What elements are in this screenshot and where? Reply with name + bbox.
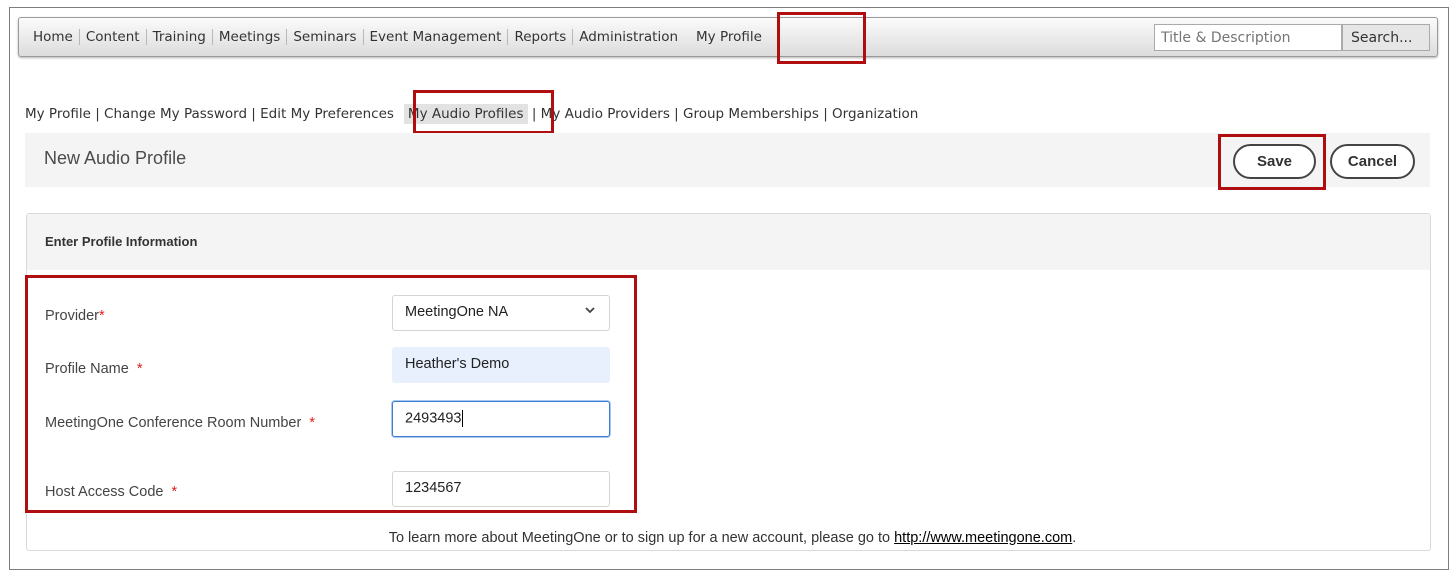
subnav-edit-preferences[interactable]: Edit My Preferences [260, 106, 394, 124]
nav-home[interactable]: Home [33, 29, 79, 45]
subnav-separator: | [90, 106, 105, 122]
nav-seminars[interactable]: Seminars [286, 29, 362, 45]
footer-note: To learn more about MeetingOne or to sig… [388, 530, 1077, 546]
my-profile-highlight-box [777, 12, 866, 64]
subnav-separator: | [247, 106, 261, 122]
nav-my-profile[interactable]: My Profile [684, 29, 768, 45]
subnav-my-profile[interactable]: My Profile [25, 106, 91, 124]
subnav-separator: | [669, 106, 684, 122]
subnav-group-memberships[interactable]: Group Memberships [683, 106, 819, 124]
nav-event-management[interactable]: Event Management [362, 29, 508, 45]
nav-meetings[interactable]: Meetings [211, 29, 286, 45]
nav-training[interactable]: Training [145, 29, 212, 45]
meetingone-link[interactable]: http://www.meetingone.com [894, 530, 1072, 546]
nav-administration[interactable]: Administration [572, 29, 684, 45]
cancel-button[interactable]: Cancel [1330, 144, 1415, 179]
subnav-organization[interactable]: Organization [832, 106, 918, 124]
subnav-my-audio-providers[interactable]: My Audio Providers [541, 106, 670, 124]
nav-content[interactable]: Content [78, 29, 146, 45]
page-title: New Audio Profile [44, 148, 187, 168]
subnav-separator: | [818, 106, 833, 122]
panel-header [27, 214, 1430, 270]
search-input[interactable] [1154, 24, 1342, 51]
save-highlight-box [1218, 134, 1326, 190]
panel-title: Enter Profile Information [45, 234, 198, 249]
form-highlight-box [25, 275, 637, 513]
top-nav-items: Home Content Training Meetings Seminars … [33, 18, 768, 56]
audio-profiles-highlight-box [413, 90, 554, 134]
subnav-change-password[interactable]: Change My Password [104, 106, 247, 124]
search-button[interactable]: Search... [1342, 24, 1430, 51]
nav-reports[interactable]: Reports [507, 29, 572, 45]
